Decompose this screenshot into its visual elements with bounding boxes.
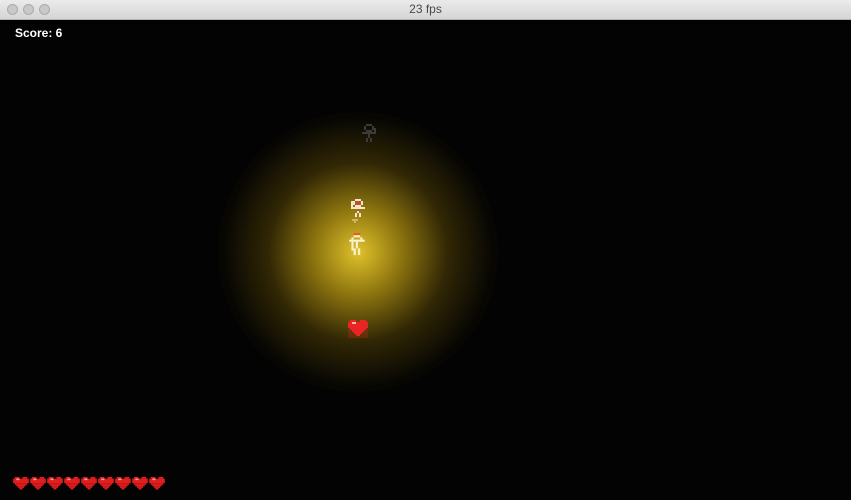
player-knight-icon	[349, 233, 365, 255]
arrow-icon	[352, 219, 358, 223]
heart-pickup-icon	[348, 320, 368, 338]
window-title: 23 fps	[409, 2, 442, 16]
game-canvas[interactable]: Score: 6	[0, 20, 851, 500]
health-heart-icon	[30, 477, 46, 496]
health-heart-icon	[98, 477, 114, 496]
score-label: Score: 6	[15, 26, 63, 40]
health-heart-icon	[13, 477, 29, 496]
health-heart-icon	[149, 477, 165, 496]
health-heart-icon	[64, 477, 80, 496]
health-heart-icon	[132, 477, 148, 496]
health-heart-icon	[115, 477, 131, 496]
health-bar	[13, 477, 165, 496]
game-window: 23 fps Score: 6	[0, 0, 851, 500]
ally-knight-icon	[351, 199, 365, 217]
title-bar: 23 fps	[0, 0, 851, 20]
health-heart-icon	[47, 477, 63, 496]
health-heart-icon	[81, 477, 97, 496]
enemy-knight-icon	[362, 124, 376, 142]
